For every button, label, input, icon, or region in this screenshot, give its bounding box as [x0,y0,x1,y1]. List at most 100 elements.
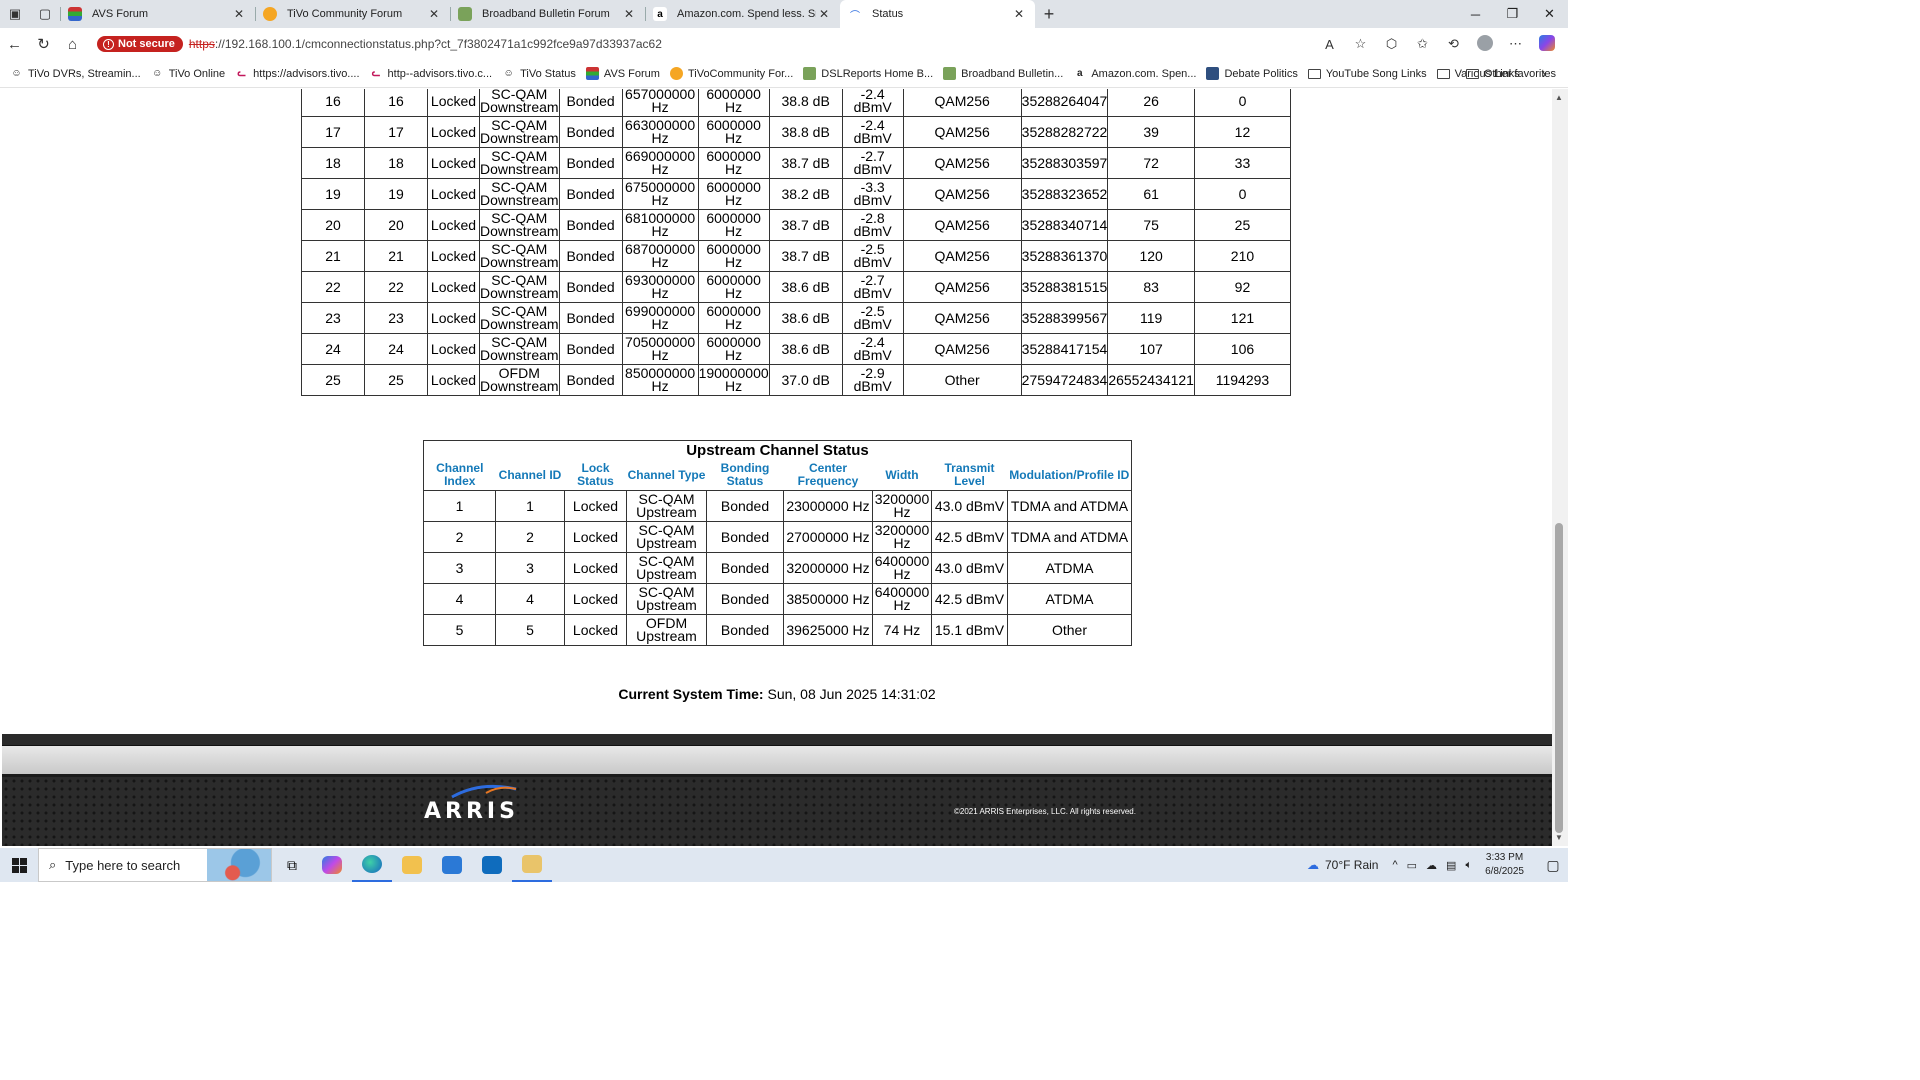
downstream-cell: 18 [301,147,365,179]
onedrive-icon[interactable]: ☁ [1426,859,1437,872]
downstream-cell: SC-QAM Downstream [479,240,560,272]
vertical-scrollbar[interactable]: ▲ ▼ [1552,89,1568,846]
network-icon[interactable]: ▤ [1446,859,1456,872]
bookmark-item[interactable]: ᓚ https://advisors.tivo.... [235,67,359,80]
upstream-cell: Locked [564,583,627,615]
close-tab-icon[interactable]: ✕ [231,7,247,21]
downstream-cell: 38.2 dB [768,178,843,210]
downstream-cell: 21 [301,240,365,272]
store-icon[interactable] [432,848,472,882]
restore-icon[interactable]: ❐ [1494,0,1531,28]
downstream-cell: 18 [364,147,428,179]
tab-actions-icon[interactable]: ▢ [30,0,60,28]
favorite-star-icon[interactable]: ☆ [1345,36,1376,52]
downstream-cell: 35288303597 [1020,147,1109,179]
upstream-cell: 3 [495,552,565,584]
notification-icon[interactable]: ▢ [1538,857,1568,874]
url-path: ://192.168.100.1/cmconnectionstatus.php?… [214,37,662,51]
upstream-cell: 32000000 Hz [783,552,873,584]
bookmark-item[interactable]: ☺ TiVo Status [502,67,575,80]
chevron-up-icon[interactable]: ^ [1392,859,1397,871]
url-field[interactable]: https://192.168.100.1/cmconnectionstatus… [189,37,662,51]
home-icon[interactable]: ⌂ [58,36,87,53]
window-close-icon[interactable]: ✕ [1531,0,1568,28]
close-tab-icon[interactable]: ✕ [621,7,637,21]
downstream-row: 17 17 Locked SC-QAM Downstream Bonded 6630000… [301,116,1291,148]
downstream-cell: 0 [1193,89,1291,117]
edge-icon[interactable] [352,848,392,882]
back-icon[interactable]: ← [0,36,29,53]
bookmark-item[interactable]: Debate Politics [1206,67,1298,80]
tab-status[interactable]: ⌒ Status ✕ [840,0,1035,28]
bookmark-item[interactable]: ᓚ http--advisors.tivo.c... [370,67,492,80]
task-view-icon[interactable]: ⧉ [272,848,312,882]
downstream-cell: 705000000 Hz [621,333,699,365]
downstream-cell: 72 [1107,147,1195,179]
history-icon[interactable]: ⟲ [1438,36,1469,52]
tab-amazon[interactable]: a Amazon.com. Spend less. Smile m ✕ [645,0,840,28]
copilot-icon[interactable] [312,848,352,882]
downstream-cell: 24 [301,333,365,365]
refresh-icon[interactable]: ↻ [29,35,58,53]
bookmark-item[interactable]: Broadband Bulletin... [943,67,1063,80]
bookmark-label: Broadband Bulletin... [961,67,1064,80]
volume-icon[interactable]: 🔈︎ [1465,859,1472,872]
new-tab-icon[interactable]: + [1035,4,1063,25]
downstream-cell: 38.6 dB [768,302,843,334]
close-tab-icon[interactable]: ✕ [816,7,832,21]
upstream-cell: 6400000 Hz [872,552,932,584]
downstream-cell: Locked [427,89,480,117]
file-explorer-icon[interactable] [392,848,432,882]
downstream-cell: 20 [364,209,428,241]
not-secure-badge[interactable]: ! Not secure [97,36,183,52]
tab-tivo-community[interactable]: TiVo Community Forum ✕ [255,0,450,28]
start-button[interactable] [0,857,38,873]
scroll-up-icon[interactable]: ▲ [1555,93,1563,102]
tivo-icon: ☺ [152,68,163,79]
workspaces-icon[interactable]: ▣ [0,0,30,28]
weather-widget[interactable]: ☁ 70°F Rain [1307,858,1379,872]
downstream-cell: SC-QAM Downstream [479,89,560,117]
downstream-cell: -2.4 dBmV [841,333,904,365]
downstream-cell: Bonded [558,116,623,148]
bookmark-item[interactable]: ☺ TiVo Online [151,67,225,80]
tab-avs-forum[interactable]: AVS Forum ✕ [60,0,255,28]
upstream-cell: 1 [423,490,496,522]
other-favorites[interactable]: Other favorites [1465,68,1556,80]
bookmark-label: DSLReports Home B... [821,67,934,80]
read-aloud-icon[interactable]: A [1314,37,1345,52]
tab-title: AVS Forum [92,8,149,20]
downstream-cell: SC-QAM Downstream [479,116,560,148]
tab-broadband-bulletin[interactable]: Broadband Bulletin Forum ✕ [450,0,645,28]
upstream-cell: 4 [495,583,565,615]
bookmark-item[interactable]: a Amazon.com. Spen... [1073,67,1196,80]
clock[interactable]: 3:33 PM 6/8/2025 [1485,851,1524,879]
folder-app-icon[interactable] [512,848,552,882]
scrollbar-thumb[interactable] [1555,523,1563,833]
close-tab-icon[interactable]: ✕ [426,7,442,21]
upstream-cell: OFDM Upstream [626,614,707,646]
favorites-icon[interactable]: ✩ [1407,36,1438,52]
taskbar-search[interactable]: ⌕ Type here to search [38,848,272,882]
more-menu-icon[interactable]: ⋯ [1500,36,1531,52]
bookmark-item[interactable]: TiVoCommunity For... [669,67,793,80]
close-tab-icon[interactable]: ✕ [1011,7,1027,21]
meet-now-icon[interactable]: ▭ [1407,859,1417,872]
scroll-down-icon[interactable]: ▼ [1555,833,1563,842]
minimize-icon[interactable]: ─ [1457,0,1494,28]
downstream-cell: 17 [301,116,365,148]
upstream-cell: 4 [423,583,496,615]
upstream-cell: Bonded [706,614,784,646]
extensions-icon[interactable]: ⬡ [1376,36,1407,52]
outlook-icon[interactable] [472,848,512,882]
downstream-row: 16 16 Locked SC-QAM Downstream Bonded 6570000… [301,89,1291,117]
copilot-icon[interactable] [1531,34,1562,54]
bookmark-item[interactable]: DSLReports Home B... [803,67,933,80]
arris-swoosh-icon [451,784,517,799]
downstream-cell: 83 [1107,271,1195,303]
downstream-cell: 23 [301,302,365,334]
bookmark-item[interactable]: ☺ TiVo DVRs, Streamin... [10,67,140,80]
profile-avatar-icon[interactable] [1469,34,1500,54]
bookmark-item[interactable]: AVS Forum [585,67,660,80]
bookmark-folder[interactable]: YouTube Song Links [1307,68,1427,80]
